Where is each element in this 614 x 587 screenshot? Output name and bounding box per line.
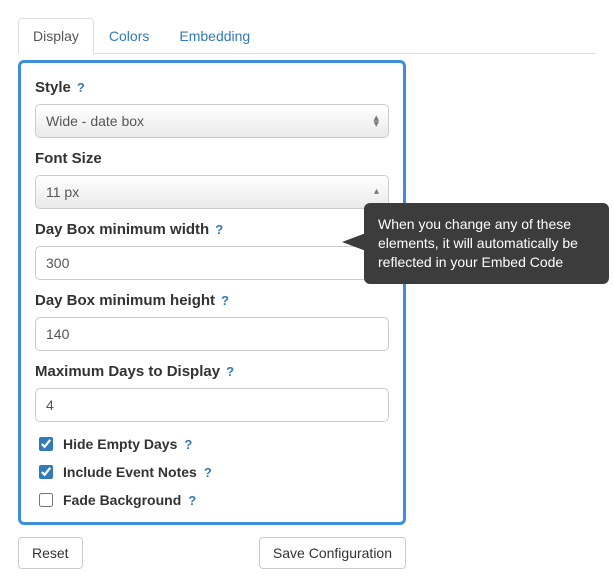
style-select[interactable]: Wide - date box [35,104,389,138]
tooltip-content: When you change any of these elements, i… [364,203,609,284]
tab-display[interactable]: Display [18,18,94,54]
button-bar: Reset Save Configuration [18,537,406,569]
hide-empty-checkbox[interactable] [39,437,53,451]
save-button[interactable]: Save Configuration [259,537,406,569]
font-size-label: Font Size [35,150,389,167]
tooltip: When you change any of these elements, i… [364,203,609,284]
help-icon[interactable]: ? [184,437,192,452]
help-icon[interactable]: ? [204,465,212,480]
max-days-label: Maximum Days to Display ? [35,363,389,380]
font-size-select[interactable]: 11 px [35,175,389,209]
fade-bg-label: Fade Background [63,492,181,508]
tab-colors[interactable]: Colors [94,18,164,54]
help-icon[interactable]: ? [215,222,223,237]
max-days-input[interactable] [35,388,389,422]
help-icon[interactable]: ? [221,293,229,308]
style-label: Style ? [35,79,389,96]
min-width-label: Day Box minimum width ? [35,221,389,238]
tab-bar: Display Colors Embedding [18,18,596,54]
tab-embedding[interactable]: Embedding [164,18,265,54]
tooltip-arrow-icon [342,233,366,251]
min-height-input[interactable] [35,317,389,351]
reset-button[interactable]: Reset [18,537,83,569]
min-width-input[interactable] [35,246,389,280]
help-icon[interactable]: ? [77,80,85,95]
help-icon[interactable]: ? [226,364,234,379]
min-height-label: Day Box minimum height ? [35,292,389,309]
fade-bg-checkbox[interactable] [39,493,53,507]
display-panel: Style ? Wide - date box ▴▾ Font Size 11 … [18,60,406,525]
help-icon[interactable]: ? [188,493,196,508]
include-notes-label: Include Event Notes [63,464,197,480]
hide-empty-label: Hide Empty Days [63,436,177,452]
include-notes-checkbox[interactable] [39,465,53,479]
